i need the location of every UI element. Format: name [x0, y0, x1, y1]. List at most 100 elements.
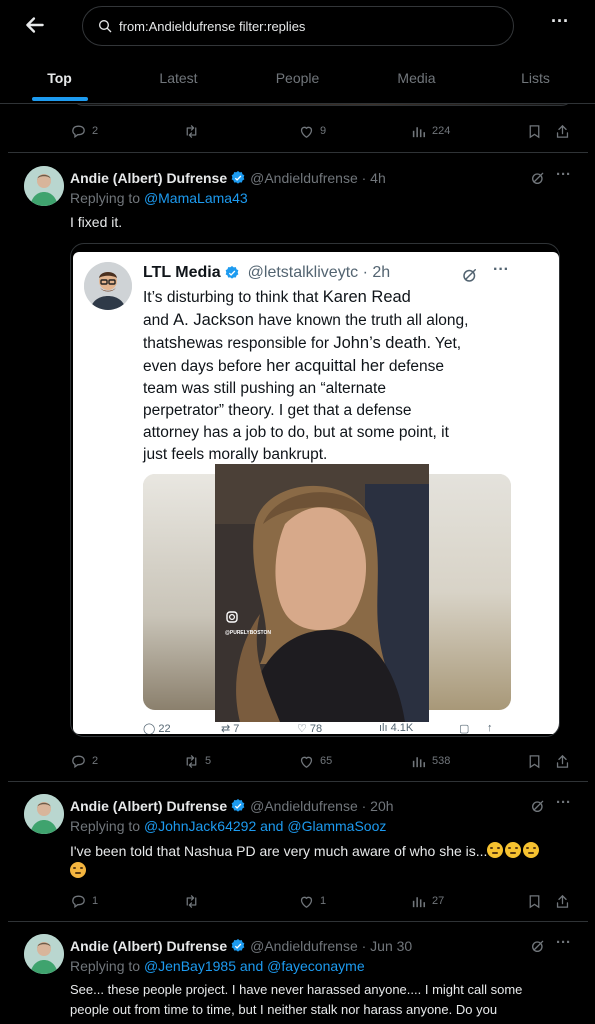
replying-to: Replying to @JohnJack64292 and @GlammaSo…	[70, 818, 387, 834]
display-name[interactable]: Andie (Albert) Dufrense	[70, 798, 227, 814]
share-icon	[556, 894, 569, 908]
share-button[interactable]	[554, 753, 571, 770]
divider	[8, 921, 588, 922]
embedded-header: LTL Media @letstalkliveytc · 2h	[143, 264, 391, 281]
handle-and-time[interactable]: @Andieldufrense · 20h	[250, 798, 393, 814]
tweet-actions: 1 1 27	[70, 891, 575, 911]
share-button[interactable]	[554, 123, 571, 140]
mention-link[interactable]: @JenBay1985 and @fayeconayme	[144, 958, 365, 974]
more-options-icon[interactable]: ···	[556, 794, 571, 811]
retweet-icon	[186, 754, 197, 768]
grok-icon[interactable]	[530, 798, 546, 814]
grok-icon	[463, 269, 476, 282]
retweet-button[interactable]	[183, 123, 200, 140]
tab-top[interactable]: Top	[0, 58, 119, 103]
reply-icon	[72, 755, 85, 768]
heart-icon	[300, 756, 313, 768]
handle-and-time[interactable]: @Andieldufrense · Jun 30	[250, 938, 412, 954]
tab-media[interactable]: Media	[357, 58, 476, 103]
tweet-header: Andie (Albert) Dufrense @Andieldufrense …	[70, 796, 570, 816]
tab-people[interactable]: People	[238, 58, 357, 103]
more-options-icon[interactable]: ···	[556, 166, 571, 183]
retweet-icon	[186, 124, 197, 138]
views-button[interactable]: 538	[410, 753, 450, 770]
reply-button[interactable]: 2	[70, 753, 98, 770]
previous-tweet-actions: 2 9 224	[70, 121, 575, 141]
reply-icon	[72, 125, 85, 138]
tweet-image[interactable]: LTL Media @letstalkliveytc · 2h ··· It’s…	[70, 243, 560, 737]
bookmark-button[interactable]	[526, 753, 543, 770]
divider	[8, 152, 588, 153]
share-button[interactable]	[554, 893, 571, 910]
tweet-header: Andie (Albert) Dufrense @Andieldufrense …	[70, 936, 570, 956]
tweet-header: Andie (Albert) Dufrense @Andieldufrense …	[70, 168, 570, 188]
share-icon	[556, 754, 569, 768]
bookmark-button[interactable]	[526, 123, 543, 140]
divider	[8, 781, 588, 782]
search-input[interactable]: from:Andieldufrense filter:replies	[82, 6, 514, 46]
tweet[interactable]: Andie (Albert) Dufrense @Andieldufrense …	[8, 934, 588, 1024]
display-name[interactable]: Andie (Albert) Dufrense	[70, 170, 227, 186]
back-arrow-icon[interactable]	[22, 12, 48, 38]
more-options-icon: ···	[493, 261, 509, 278]
tab-latest[interactable]: Latest	[119, 58, 238, 103]
embedded-likes: ♡ 78	[297, 723, 323, 734]
retweet-button[interactable]	[183, 893, 200, 910]
bookmark-icon	[529, 754, 540, 768]
replying-to: Replying to @MamaLama43	[70, 190, 248, 206]
embedded-avatar	[84, 262, 132, 310]
handle-and-time[interactable]: @Andieldufrense · 4h	[250, 170, 386, 186]
retweet-icon	[186, 894, 197, 908]
woman-portrait-photo: @PURELYBOSTON	[215, 464, 429, 722]
top-bar: from:Andieldufrense filter:replies ··· T…	[0, 0, 595, 104]
avatar[interactable]	[24, 794, 64, 834]
bookmark-button[interactable]	[526, 893, 543, 910]
verified-badge-icon	[225, 266, 238, 279]
relieved-face-emoji-icon	[487, 842, 504, 858]
views-icon	[412, 126, 426, 137]
embedded-replies: ◯ 22	[143, 723, 171, 734]
avatar[interactable]	[24, 934, 64, 974]
heart-icon	[300, 896, 313, 908]
display-name[interactable]: Andie (Albert) Dufrense	[70, 938, 227, 954]
embedded-views: ılı 4.1K	[379, 722, 414, 734]
search-icon	[99, 20, 112, 33]
share-icon	[556, 124, 569, 138]
embedded-share: ↑	[487, 722, 493, 734]
bookmark-icon	[529, 124, 540, 138]
views-button[interactable]: 224	[410, 123, 450, 140]
views-icon	[412, 756, 426, 767]
embedded-retweets: ⇄ 7	[221, 723, 240, 734]
heart-icon	[300, 126, 313, 138]
relieved-face-emoji-icon	[505, 842, 522, 858]
reply-icon	[72, 895, 85, 908]
mention-link[interactable]: @MamaLama43	[144, 190, 248, 206]
views-icon	[412, 896, 426, 907]
tab-lists[interactable]: Lists	[476, 58, 595, 103]
embedded-bookmark: ▢	[459, 723, 470, 734]
views-button[interactable]: 27	[410, 893, 444, 910]
mention-link[interactable]: @JohnJack64292 and @GlammaSooz	[144, 818, 386, 834]
replying-to: Replying to @JenBay1985 and @fayeconayme	[70, 958, 365, 974]
reply-button[interactable]: 1	[70, 893, 98, 910]
search-query: from:Andieldufrense filter:replies	[119, 18, 306, 34]
tab-bar: Top Latest People Media Lists	[0, 58, 595, 104]
grok-icon[interactable]	[530, 938, 546, 954]
bookmark-icon	[529, 894, 540, 908]
like-button[interactable]: 9	[298, 123, 326, 140]
retweet-button[interactable]: 5	[183, 753, 211, 770]
tweet-actions: 2 5 65 538	[70, 751, 575, 771]
like-button[interactable]: 1	[298, 893, 326, 910]
exploding-head-emoji-icon	[70, 862, 86, 878]
grok-icon[interactable]	[530, 170, 546, 186]
photo-watermark: @PURELYBOSTON	[225, 630, 271, 636]
verified-badge-icon	[231, 799, 245, 812]
more-options-icon[interactable]: ···	[548, 12, 572, 36]
tweet-text: See... these people project. I have neve…	[70, 982, 523, 1017]
more-options-icon[interactable]: ···	[556, 934, 571, 951]
tweet-text: I fixed it.	[70, 214, 123, 230]
reply-button[interactable]: 2	[70, 123, 98, 140]
tweet-text: I've been told that Nashua PD are very m…	[70, 841, 570, 881]
avatar[interactable]	[24, 166, 64, 206]
like-button[interactable]: 65	[298, 753, 332, 770]
